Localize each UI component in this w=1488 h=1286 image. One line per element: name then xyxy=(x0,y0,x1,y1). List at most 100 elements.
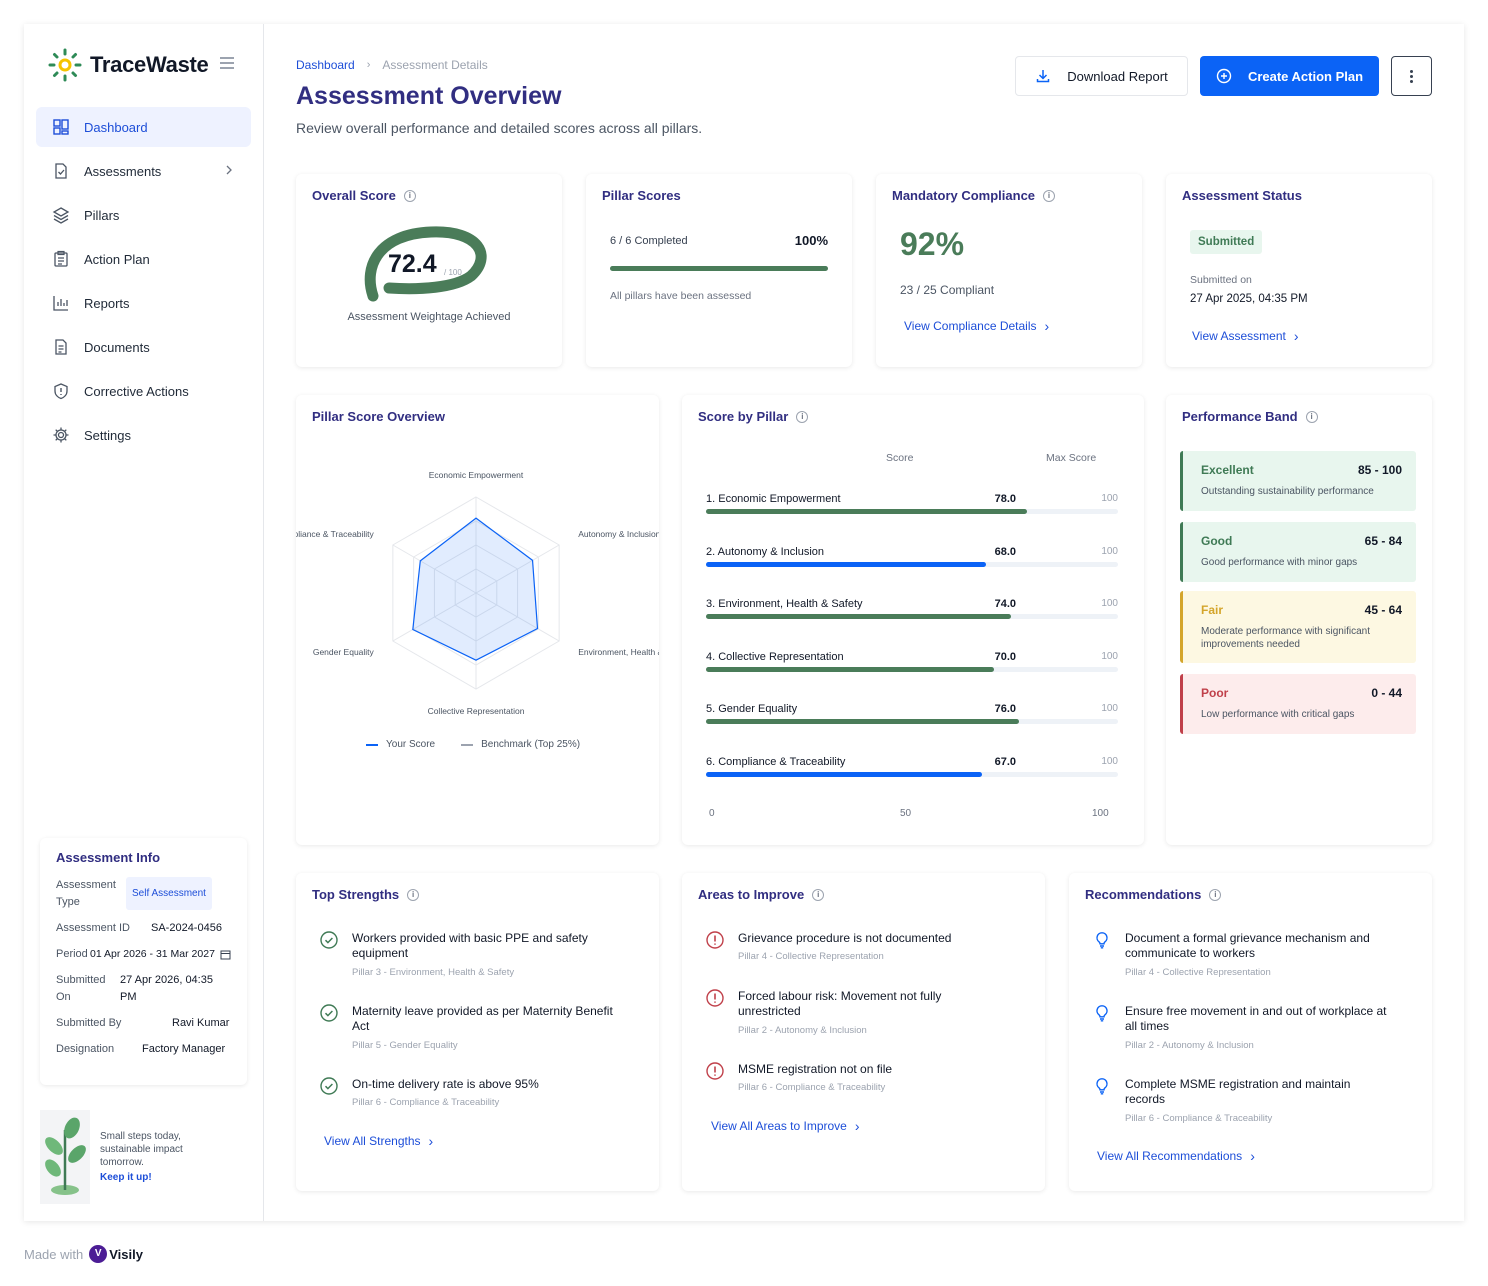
info-icon[interactable]: i xyxy=(1209,888,1222,901)
page-title: Assessment Overview xyxy=(296,82,562,110)
pillar-bar-value: 78.0 xyxy=(994,493,1016,505)
visily-brand: Visily xyxy=(109,1246,143,1262)
pillar-bar-track xyxy=(706,719,1118,725)
band-description: Moderate performance with significant im… xyxy=(1201,626,1370,650)
pillar-scores-title: Pillar Scores xyxy=(602,188,681,203)
keep-it-up-link[interactable]: Keep it up! xyxy=(100,1172,152,1183)
check-circle-icon xyxy=(320,931,338,949)
radar-axis-label: Environment, Health & Safety xyxy=(578,647,659,657)
band-range: 85 - 100 xyxy=(1357,463,1402,477)
sidebar-item-pillars[interactable]: Pillars xyxy=(36,195,251,235)
download-report-button[interactable]: Download Report xyxy=(1015,56,1188,96)
pillar-bar-fill xyxy=(706,719,1020,725)
radar-chart: Economic Empowerment Autonomy & Inclusion… xyxy=(296,470,659,716)
info-value: Factory Manager xyxy=(142,1043,226,1055)
sidebar-item-dashboard[interactable]: Dashboard xyxy=(36,107,251,147)
status-badge: Submitted xyxy=(1190,230,1263,254)
sidebar-item-settings[interactable]: Settings xyxy=(36,415,251,455)
check-circle-icon xyxy=(320,1077,338,1095)
clipboard-check-icon xyxy=(52,162,70,180)
view-assessment-link[interactable]: View Assessment xyxy=(1192,328,1299,344)
performance-band-poor: Poor 0 - 44 Low performance with critical … xyxy=(1180,674,1416,734)
bar-chart-icon xyxy=(52,294,70,312)
pillar-bar-label: 4. Collective Representation xyxy=(706,650,844,663)
info-value: 01 Apr 2026 - 31 Mar 2027 xyxy=(90,948,215,960)
check-circle-icon xyxy=(320,1004,338,1022)
sidebar-item-label: Corrective Actions xyxy=(84,383,189,399)
info-row-submitted: Submitted On 27 Apr 2026, 04:35 PM xyxy=(56,972,231,1006)
band-description: Low performance with critical gaps xyxy=(1201,709,1355,720)
radar-axis-label: Economic Empowerment xyxy=(429,470,524,480)
list-item-text: MSME registration not on file xyxy=(738,1062,893,1076)
assessment-status-card: Assessment Status Submitted Submitted on… xyxy=(1166,174,1432,367)
band-description: Good performance with minor gaps xyxy=(1201,557,1358,568)
list-item-pillar: Pillar 6 - Compliance & Traceability xyxy=(1125,1113,1273,1124)
list-item-pillar: Pillar 2 - Autonomy & Inclusion xyxy=(1125,1040,1254,1051)
assessment-info-title: Assessment Info xyxy=(56,850,161,865)
info-icon[interactable]: i xyxy=(796,410,809,423)
performance-band-fair: Fair 45 - 64 Moderate performance with sig… xyxy=(1180,591,1416,663)
plant-illustration xyxy=(40,1110,90,1204)
more-vertical-icon xyxy=(1410,68,1413,85)
pillar-bar-label: 6. Compliance & Traceability xyxy=(706,756,846,768)
visily-logo-icon: V xyxy=(89,1245,108,1263)
legend-benchmark: Benchmark (Top 25%) xyxy=(481,739,581,750)
radar-axis-label: Compliance & Traceability xyxy=(296,529,375,539)
info-icon[interactable]: i xyxy=(403,189,416,202)
breadcrumb-dashboard[interactable]: Dashboard xyxy=(296,58,355,72)
overall-score-caption: Assessment Weightage Achieved xyxy=(347,311,511,323)
brand[interactable]: TraceWaste xyxy=(48,48,209,82)
list-item-text: Grievance procedure is not documented xyxy=(738,931,952,945)
performance-band-title: Performance Band xyxy=(1182,409,1298,424)
sidebar-item-corrective-actions[interactable]: Corrective Actions xyxy=(36,371,251,411)
assessment-info-card: Assessment Info Assessment Type Self Ass… xyxy=(40,838,247,1085)
sidebar-item-label: Action Plan xyxy=(84,251,150,267)
sidebar-item-assessments[interactable]: Assessments xyxy=(36,151,251,191)
pillars-progress-track xyxy=(610,266,828,271)
col-score-header: Score xyxy=(886,452,914,464)
recommendations-title: Recommendations xyxy=(1085,887,1202,902)
compliance-percent: 92% xyxy=(900,226,965,262)
pillar-bar-fill xyxy=(706,509,1028,514)
list-item-text: Maternity leave provided as per Maternit… xyxy=(352,1004,613,1033)
score-by-pillar-title: Score by Pillar xyxy=(698,409,789,424)
mandatory-compliance-card: Mandatory Compliance i 92% 23 / 25 Compli… xyxy=(876,174,1142,367)
breadcrumb: Dashboard › Assessment Details xyxy=(296,58,488,72)
pillar-bar-max: 100 xyxy=(1101,703,1118,715)
sidebar-item-action-plan[interactable]: Action Plan xyxy=(36,239,251,279)
list-item-text: Complete MSME registration and maintain … xyxy=(1125,1077,1351,1106)
view-compliance-details-link[interactable]: View Compliance Details xyxy=(904,318,1049,334)
info-icon[interactable]: i xyxy=(1043,189,1056,202)
pillar-bar-label: 2. Autonomy & Inclusion xyxy=(706,545,825,558)
sidebar-item-documents[interactable]: Documents xyxy=(36,327,251,367)
more-options-button[interactable] xyxy=(1391,56,1432,96)
sidebar-item-reports[interactable]: Reports xyxy=(36,283,251,323)
list-item-pillar: Pillar 6 - Compliance & Traceability xyxy=(352,1097,500,1108)
view-all-areas-link[interactable]: View All Areas to Improve xyxy=(711,1118,860,1134)
top-strengths-title: Top Strengths xyxy=(312,887,400,902)
calendar-icon[interactable] xyxy=(220,949,231,960)
info-icon[interactable]: i xyxy=(407,888,420,901)
page-subtitle: Review overall performance and detailed … xyxy=(296,120,703,136)
view-all-recommendations-link[interactable]: View All Recommendations xyxy=(1097,1148,1255,1164)
pillar-bar-track xyxy=(706,561,1118,567)
sidebar-item-label: Documents xyxy=(84,339,150,355)
list-item-pillar: Pillar 6 - Compliance & Traceability xyxy=(738,1082,886,1093)
menu-toggle-icon[interactable] xyxy=(220,57,234,69)
info-icon[interactable]: i xyxy=(1305,410,1318,423)
list-item-pillar: Pillar 2 - Autonomy & Inclusion xyxy=(738,1025,867,1036)
pillar-bar-value: 68.0 xyxy=(994,545,1016,558)
radar-your-score-area xyxy=(412,517,539,661)
legend-your-score: Your Score xyxy=(386,739,436,750)
radar-axis-label: Gender Equality xyxy=(313,647,375,657)
radar-title: Pillar Score Overview xyxy=(312,409,445,424)
view-all-strengths-link[interactable]: View All Strengths xyxy=(324,1133,433,1149)
lightbulb-icon xyxy=(1093,1004,1111,1022)
list-item-text: Forced labour risk: Movement not fully u… xyxy=(738,989,942,1018)
layers-icon xyxy=(52,206,70,224)
info-icon[interactable]: i xyxy=(812,888,825,901)
performance-band-card: Performance Band i Excellent 85 - 100 Outst… xyxy=(1166,395,1432,845)
info-label: Submitted By xyxy=(56,1017,122,1029)
band-description: Outstanding sustainability performance xyxy=(1201,486,1374,497)
create-action-plan-button[interactable]: Create Action Plan xyxy=(1200,56,1379,96)
